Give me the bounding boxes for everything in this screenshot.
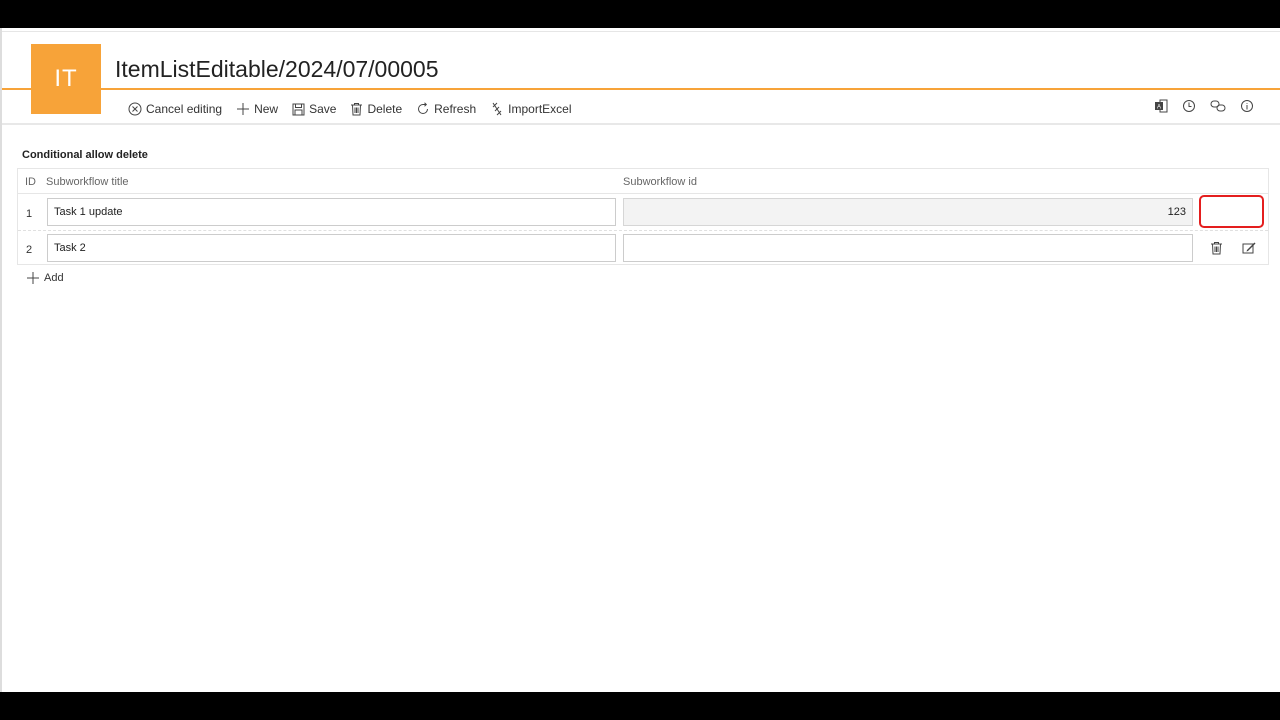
app-logo: IT xyxy=(31,44,101,114)
row-2-delete-button[interactable] xyxy=(1210,241,1223,255)
save-button[interactable]: Save xyxy=(292,102,336,116)
column-header-subworkflow-id: Subworkflow id xyxy=(623,176,697,188)
link-icon[interactable] xyxy=(1210,99,1226,113)
highlighted-action-area xyxy=(1199,195,1264,228)
add-row-button[interactable]: Add xyxy=(27,272,64,284)
header-accent-line xyxy=(2,88,1280,90)
section-title: Conditional allow delete xyxy=(22,149,148,161)
delete-button[interactable]: Delete xyxy=(350,102,402,116)
row-1-title-input[interactable]: Task 1 update xyxy=(47,198,616,226)
new-label: New xyxy=(254,102,279,116)
plus-icon xyxy=(237,103,250,115)
app-window: IT ItemListEditable/2024/07/00005 Cancel… xyxy=(0,28,1280,692)
top-divider xyxy=(2,31,1280,32)
import-excel-icon xyxy=(492,102,502,116)
cancel-editing-label: Cancel editing xyxy=(146,102,223,116)
toolbar-divider xyxy=(2,123,1280,125)
svg-text:A: A xyxy=(1157,105,1161,111)
header-divider xyxy=(18,193,1268,194)
trash-icon xyxy=(351,103,363,116)
row-2-subworkflow-id-input[interactable] xyxy=(623,234,1193,262)
save-icon xyxy=(292,103,305,115)
refresh-icon xyxy=(418,102,429,114)
refresh-label: Refresh xyxy=(434,102,477,116)
row-1-subworkflow-id-field: 123 xyxy=(623,198,1193,226)
trash-icon xyxy=(1211,242,1222,255)
import-excel-button[interactable]: ImportExcel xyxy=(490,102,572,116)
row-divider xyxy=(18,230,1268,231)
refresh-button[interactable]: Refresh xyxy=(416,102,476,116)
import-excel-label: ImportExcel xyxy=(508,102,572,116)
plus-icon xyxy=(27,272,39,284)
cancel-editing-button[interactable]: Cancel editing xyxy=(128,102,222,116)
column-header-id: ID xyxy=(25,176,36,188)
page-title: ItemListEditable/2024/07/00005 xyxy=(115,56,439,82)
cancel-circle-icon xyxy=(128,102,142,116)
column-header-title: Subworkflow title xyxy=(46,176,129,188)
add-label: Add xyxy=(44,272,64,284)
row-2-id: 2 xyxy=(26,244,33,256)
info-icon[interactable] xyxy=(1240,99,1254,113)
save-label: Save xyxy=(309,102,337,116)
toolbar: Cancel editing New Save Delete Refresh I… xyxy=(128,99,586,119)
row-2-edit-button[interactable] xyxy=(1242,241,1256,255)
new-button[interactable]: New xyxy=(236,102,278,116)
toolbar-right-icons: A xyxy=(1140,99,1254,113)
row-2-title-input[interactable]: Task 2 xyxy=(47,234,616,262)
edit-icon xyxy=(1242,242,1256,254)
editable-table: ID Subworkflow title Subworkflow id 1 Ta… xyxy=(17,168,1269,265)
history-icon[interactable] xyxy=(1182,99,1196,113)
access-icon[interactable]: A xyxy=(1154,99,1168,113)
row-1-id: 1 xyxy=(26,208,33,220)
delete-label: Delete xyxy=(367,102,403,116)
